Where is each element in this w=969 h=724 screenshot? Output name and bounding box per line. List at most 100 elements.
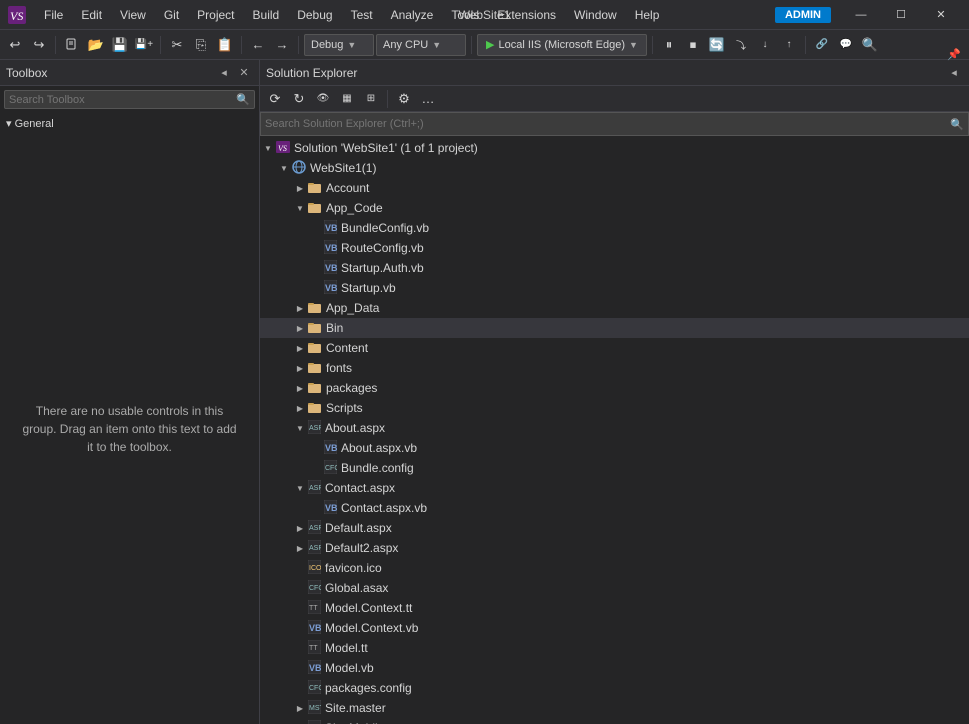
tree-item-contact_aspx[interactable]: ▼ASPContact.aspx <box>260 478 969 498</box>
tree-item-about_aspx_vb[interactable]: VBAbout.aspx.vb <box>260 438 969 458</box>
se-sync-button[interactable]: ⟳ <box>264 88 286 110</box>
tree-item-solution[interactable]: ▼VSSolution 'WebSite1' (1 of 1 project) <box>260 138 969 158</box>
toolbox-search-box[interactable]: 🔍 <box>4 90 255 109</box>
se-expand-button[interactable]: ⊞ <box>360 88 382 110</box>
tree-item-startup_vb[interactable]: VBStartup.vb <box>260 278 969 298</box>
menu-analyze[interactable]: Analyze <box>383 6 442 24</box>
maximize-button[interactable]: ☐ <box>881 0 921 30</box>
tree-item-bin[interactable]: ▶Bin <box>260 318 969 338</box>
se-pin-button[interactable]: 📌 <box>945 46 963 64</box>
tree-item-site_mobile_master[interactable]: ▶MSTSite.Mobile.master <box>260 718 969 724</box>
menu-git[interactable]: Git <box>156 6 187 24</box>
se-toolbar-sep <box>387 90 388 108</box>
paste-button[interactable]: 📋 <box>214 34 236 56</box>
tree-label: App_Data <box>326 301 379 315</box>
se-autohide-button[interactable]: ◂ <box>945 64 963 82</box>
se-search-icon: 🔍 <box>950 118 964 131</box>
tree-item-site_master[interactable]: ▶MSTSite.master <box>260 698 969 718</box>
open-file-button[interactable]: 📂 <box>85 34 107 56</box>
tree-item-model_context_tt[interactable]: TTModel.Context.tt <box>260 598 969 618</box>
close-button[interactable]: ✕ <box>921 0 961 30</box>
tree-item-routeconfig_vb[interactable]: VBRouteConfig.vb <box>260 238 969 258</box>
new-file-button[interactable] <box>61 34 83 56</box>
tree-item-fonts[interactable]: ▶fonts <box>260 358 969 378</box>
step-out-button[interactable]: ↑ <box>778 34 800 56</box>
back-button[interactable]: ← <box>247 34 269 56</box>
tree-item-model_tt[interactable]: TTModel.tt <box>260 638 969 658</box>
tree-item-contact_aspx_vb[interactable]: VBContact.aspx.vb <box>260 498 969 518</box>
tree-item-bundleconfig_vb[interactable]: VBBundleConfig.vb <box>260 218 969 238</box>
tree-item-packages[interactable]: ▶packages <box>260 378 969 398</box>
undo-button[interactable]: ↩ <box>4 34 26 56</box>
tree-icon-file_aspx: ASP <box>308 540 321 557</box>
tree-item-app_code[interactable]: ▼App_Code <box>260 198 969 218</box>
cpu-dropdown[interactable]: Any CPU ▼ <box>376 34 466 56</box>
tree-icon-folder <box>308 200 322 217</box>
tree-item-app_data[interactable]: ▶ App_Data <box>260 298 969 318</box>
toolbox-close-button[interactable]: ✕ <box>235 64 253 82</box>
menu-view[interactable]: View <box>112 6 154 24</box>
tree-item-about_aspx[interactable]: ▼ASPAbout.aspx <box>260 418 969 438</box>
se-more-button[interactable]: … <box>417 88 439 110</box>
toolbox-general-section[interactable]: ▾ General <box>0 113 259 134</box>
cut-button[interactable]: ✂ <box>166 34 188 56</box>
toolbox-search-input[interactable] <box>9 94 236 106</box>
tree-item-scripts[interactable]: ▶Scripts <box>260 398 969 418</box>
toolbar-separator-4 <box>298 36 299 54</box>
step-into-button[interactable]: ↓ <box>754 34 776 56</box>
menu-build[interactable]: Build <box>245 6 288 24</box>
toolbox-autohide-button[interactable]: ◂ <box>215 64 233 82</box>
menu-help[interactable]: Help <box>627 6 668 24</box>
feedback-button[interactable]: 💬 <box>835 34 857 56</box>
save-all-button[interactable]: 💾+ <box>133 34 155 56</box>
se-settings-button[interactable]: ⚙ <box>393 88 415 110</box>
run-button[interactable]: ▶ Local IIS (Microsoft Edge) ▼ <box>477 34 647 56</box>
tree-chevron: ▶ <box>292 304 308 313</box>
tree-item-account[interactable]: ▶Account <box>260 178 969 198</box>
tree-icon-file_vb: VB <box>324 500 337 517</box>
tree-icon-file_master: MST <box>308 720 321 724</box>
menu-edit[interactable]: Edit <box>73 6 110 24</box>
forward-button[interactable]: → <box>271 34 293 56</box>
search-button[interactable]: 🔍 <box>859 34 881 56</box>
tree-icon-file_vb: VB <box>324 260 337 277</box>
pause-button[interactable]: ⏸ <box>658 34 680 56</box>
step-over-button[interactable]: ⤵ <box>730 34 752 56</box>
toolbox-panel: Toolbox ◂ ✕ 🔍 ▾ General There are no usa… <box>0 60 260 724</box>
se-filter-button[interactable]: ▦ <box>336 88 358 110</box>
tree-item-model_vb[interactable]: VBModel.vb <box>260 658 969 678</box>
tree-item-bundle_config[interactable]: CFGBundle.config <box>260 458 969 478</box>
tree-item-global_asax[interactable]: CFGGlobal.asax <box>260 578 969 598</box>
tree-item-favicon_ico[interactable]: ICOfavicon.ico <box>260 558 969 578</box>
tree-item-default2_aspx[interactable]: ▶ASPDefault2.aspx <box>260 538 969 558</box>
restart-button[interactable]: 🔄 <box>706 34 728 56</box>
svg-text:ASP: ASP <box>309 425 321 432</box>
menu-project[interactable]: Project <box>189 6 242 24</box>
tree-item-packages_config[interactable]: CFGpackages.config <box>260 678 969 698</box>
tree-icon-file_vb: VB <box>324 440 337 457</box>
copy-button[interactable]: ⎘ <box>190 34 212 56</box>
debug-config-dropdown[interactable]: Debug ▼ <box>304 34 374 56</box>
menu-file[interactable]: File <box>36 6 71 24</box>
menu-debug[interactable]: Debug <box>289 6 340 24</box>
se-search-input[interactable] <box>265 118 946 130</box>
tree-label: Model.Context.tt <box>325 601 412 615</box>
menu-window[interactable]: Window <box>566 6 625 24</box>
solution-explorer-search[interactable]: 🔍 <box>260 112 969 136</box>
tree-item-content[interactable]: ▶Content <box>260 338 969 358</box>
attach-button[interactable]: 🔗 <box>811 34 833 56</box>
menu-test[interactable]: Test <box>343 6 381 24</box>
se-refresh-button[interactable]: ↻ <box>288 88 310 110</box>
se-view-button[interactable]: 👁 <box>312 88 334 110</box>
redo-button[interactable]: ↪ <box>28 34 50 56</box>
tree-item-model_context_vb[interactable]: VBModel.Context.vb <box>260 618 969 638</box>
tree-icon-file_config: CFG <box>324 460 337 477</box>
tree-label: Model.Context.vb <box>325 621 418 635</box>
tree-item-website1[interactable]: ▼WebSite1(1) <box>260 158 969 178</box>
tree-item-default_aspx[interactable]: ▶ASPDefault.aspx <box>260 518 969 538</box>
tree-item-startup_auth_vb[interactable]: VBStartup.Auth.vb <box>260 258 969 278</box>
save-button[interactable]: 💾 <box>109 34 131 56</box>
tree-icon-file_ico: ICO <box>308 560 321 577</box>
minimize-button[interactable]: — <box>841 0 881 30</box>
stop-button[interactable]: ⏹ <box>682 34 704 56</box>
